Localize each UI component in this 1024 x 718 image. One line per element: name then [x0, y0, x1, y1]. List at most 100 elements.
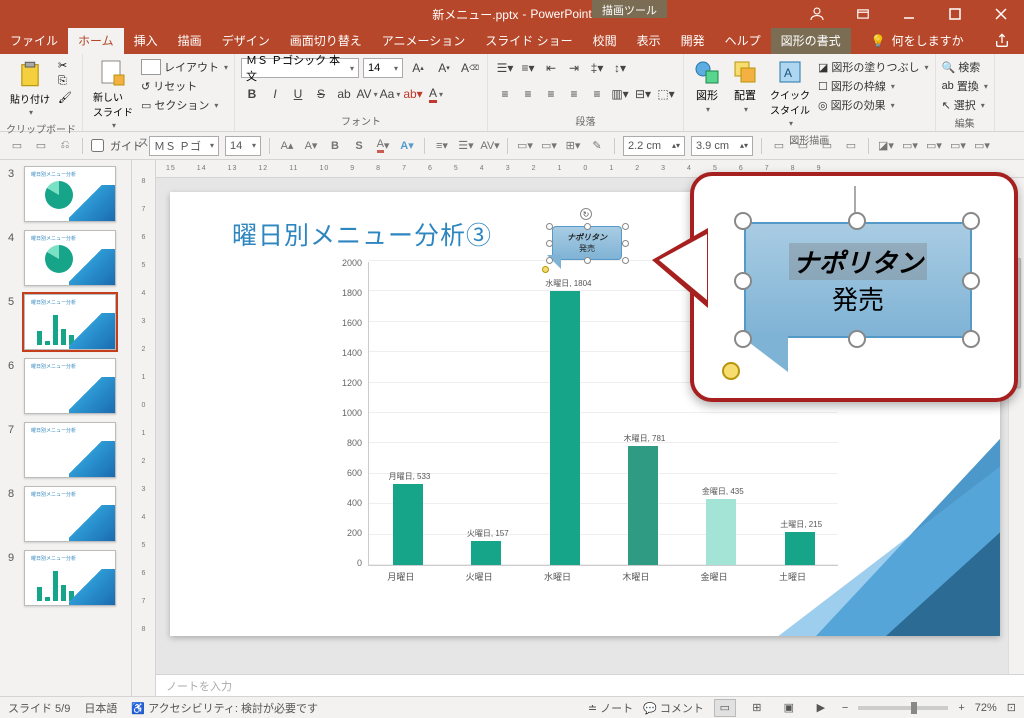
qat-misc-icon[interactable]: ▭▾: [901, 137, 919, 155]
highlight-button[interactable]: ab▾: [402, 83, 424, 105]
qat-misc-icon[interactable]: ▭▾: [973, 137, 991, 155]
qat-font-size[interactable]: 14▾: [225, 136, 261, 156]
columns-button[interactable]: ▥▾: [609, 83, 631, 105]
resize-handle[interactable]: [734, 212, 752, 230]
share-button[interactable]: [980, 28, 1024, 54]
align-center-button[interactable]: ≡: [517, 83, 539, 105]
line-spacing-button[interactable]: ‡▾: [586, 57, 608, 79]
replace-button[interactable]: ab置換▾: [942, 78, 988, 94]
justify-button[interactable]: ≡: [563, 83, 585, 105]
thumbnail-row[interactable]: 3曜日別メニュー分析: [8, 166, 131, 222]
resize-handle[interactable]: [546, 240, 553, 247]
adjust-handle[interactable]: [542, 266, 549, 273]
maximize-icon[interactable]: [932, 0, 978, 28]
qat-layer2-icon[interactable]: ▭▾: [540, 137, 558, 155]
qat-misc-icon[interactable]: ▭: [818, 137, 836, 155]
resize-handle[interactable]: [962, 272, 980, 290]
font-name-select[interactable]: ＭＳ Ｐゴシック 本文▾: [241, 58, 359, 78]
sorter-view-icon[interactable]: ⊞: [746, 699, 768, 717]
thumbnail-row[interactable]: 7曜日別メニュー分析: [8, 422, 131, 478]
shape-fill-button[interactable]: ◪図形の塗りつぶし▾: [818, 59, 929, 75]
resize-handle[interactable]: [584, 223, 591, 230]
adjust-handle[interactable]: [722, 362, 740, 380]
arrange-button[interactable]: 配置▾: [728, 57, 762, 116]
qat-bold-icon[interactable]: B: [326, 137, 344, 155]
close-icon[interactable]: [978, 0, 1024, 28]
change-case-button[interactable]: Aa▾: [379, 83, 401, 105]
thumbnail-row[interactable]: 8曜日別メニュー分析: [8, 486, 131, 542]
tab-view[interactable]: 表示: [627, 27, 671, 54]
new-slide-button[interactable]: 新しい スライド ▾: [89, 57, 137, 132]
qat-grow-font-icon[interactable]: A▴: [278, 137, 296, 155]
char-spacing-button[interactable]: AV▾: [356, 83, 378, 105]
qat-icon[interactable]: ▭: [32, 137, 50, 155]
thumbnail-row[interactable]: 5曜日別メニュー分析: [8, 294, 131, 350]
tab-shape-format[interactable]: 図形の書式: [771, 27, 851, 54]
indent-inc-button[interactable]: ⇥: [563, 57, 585, 79]
resize-handle[interactable]: [848, 212, 866, 230]
bullets-button[interactable]: ☰▾: [494, 57, 516, 79]
tab-review[interactable]: 校閲: [583, 27, 627, 54]
decrease-font-icon[interactable]: A▾: [433, 57, 455, 79]
tab-transitions[interactable]: 画面切り替え: [280, 27, 372, 54]
bold-button[interactable]: B: [241, 83, 263, 105]
tab-home[interactable]: ホーム: [68, 27, 124, 54]
indent-dec-button[interactable]: ⇤: [540, 57, 562, 79]
thumbnail-row[interactable]: 4曜日別メニュー分析: [8, 230, 131, 286]
minimize-icon[interactable]: [886, 0, 932, 28]
align-right-button[interactable]: ≡: [540, 83, 562, 105]
qat-shrink-font-icon[interactable]: A▾: [302, 137, 320, 155]
accessibility-status[interactable]: ♿ アクセシビリティ: 検討が必要です: [131, 700, 318, 716]
quick-styles-button[interactable]: A クイック スタイル▾: [766, 57, 814, 130]
shape-width-input[interactable]: 3.9 cm▴▾: [691, 136, 753, 156]
section-button[interactable]: ▭セクション▾: [141, 97, 228, 113]
layout-button[interactable]: レイアウト▾: [141, 59, 228, 75]
shadow-button[interactable]: ab: [333, 83, 355, 105]
zoom-out-icon[interactable]: −: [842, 702, 848, 714]
smartart-button[interactable]: ⬚▾: [655, 83, 677, 105]
distributed-button[interactable]: ≡: [586, 83, 608, 105]
tab-developer[interactable]: 開発: [671, 27, 715, 54]
tab-file[interactable]: ファイル: [0, 27, 68, 54]
qat-spacing-icon[interactable]: AV▾: [481, 137, 499, 155]
qat-fontcolor-icon[interactable]: A▾: [374, 137, 392, 155]
tab-animations[interactable]: アニメーション: [372, 27, 476, 54]
resize-handle[interactable]: [848, 330, 866, 348]
user-account-icon[interactable]: [794, 0, 840, 28]
resize-handle[interactable]: [734, 330, 752, 348]
qat-misc-icon[interactable]: ▭▾: [949, 137, 967, 155]
resize-handle[interactable]: [622, 240, 629, 247]
slide-title[interactable]: 曜日別メニュー分析③: [232, 216, 492, 252]
qat-align-icon[interactable]: ≡▾: [433, 137, 451, 155]
qat-texteffect-icon[interactable]: A▾: [398, 137, 416, 155]
reading-view-icon[interactable]: ▣: [778, 699, 800, 717]
tab-insert[interactable]: 挿入: [124, 27, 168, 54]
slide-counter[interactable]: スライド 5/9: [8, 700, 70, 716]
numbering-button[interactable]: ≡▾: [517, 57, 539, 79]
zoom-in-icon[interactable]: +: [958, 702, 964, 714]
zoom-level[interactable]: 72%: [975, 702, 997, 714]
cut-icon[interactable]: ✂: [58, 59, 72, 72]
text-direction-button[interactable]: ↕▾: [609, 57, 631, 79]
callout-shape-selected[interactable]: ↻ ナポリタン 発売: [546, 226, 626, 280]
qat-font-name[interactable]: ＭＳ Ｐゴ▾: [149, 136, 219, 156]
ribbon-display-options-icon[interactable]: [840, 0, 886, 28]
qat-icon[interactable]: ⎌: [56, 137, 74, 155]
shape-effects-button[interactable]: ◎図形の効果▾: [818, 97, 929, 113]
thumbnail-row[interactable]: 9曜日別メニュー分析: [8, 550, 131, 606]
shapes-button[interactable]: 図形▾: [690, 57, 724, 116]
qat-misc-icon[interactable]: ▭: [770, 137, 788, 155]
font-size-select[interactable]: 14▾: [363, 58, 403, 78]
align-left-button[interactable]: ≡: [494, 83, 516, 105]
increase-font-icon[interactable]: A▴: [407, 57, 429, 79]
resize-handle[interactable]: [962, 212, 980, 230]
thumbnail-row[interactable]: 6曜日別メニュー分析: [8, 358, 131, 414]
normal-view-icon[interactable]: ▭: [714, 699, 736, 717]
notes-toggle[interactable]: ≐ ノート: [588, 700, 633, 716]
format-painter-icon[interactable]: 🖌: [58, 91, 72, 104]
notes-pane[interactable]: ノートを入力: [156, 674, 1024, 696]
qat-misc-icon[interactable]: ▭▾: [925, 137, 943, 155]
tell-me-search[interactable]: 💡 何をしますか: [861, 27, 974, 54]
resize-handle[interactable]: [622, 223, 629, 230]
strikethrough-button[interactable]: S: [310, 83, 332, 105]
